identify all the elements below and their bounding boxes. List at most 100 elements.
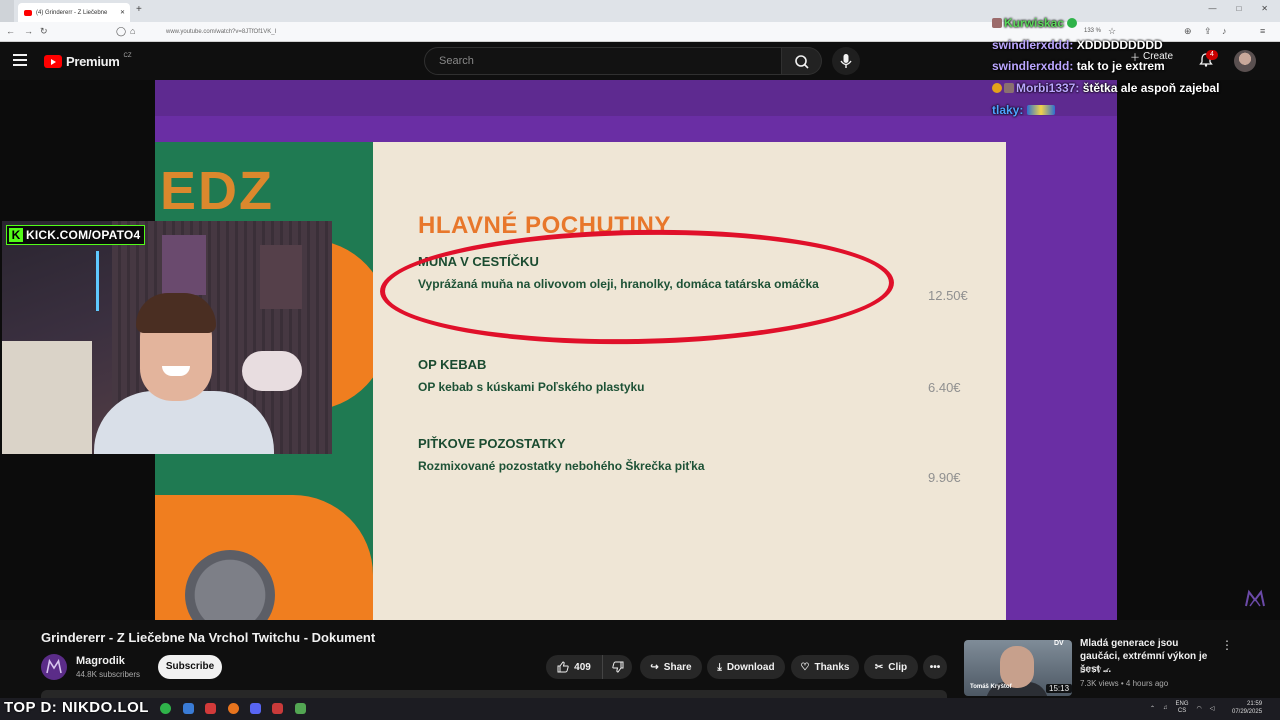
search-icon: [795, 55, 809, 69]
new-tab-button[interactable]: +: [136, 4, 142, 15]
minimize-button[interactable]: —: [1208, 4, 1216, 13]
download-icon: ⤓: [717, 661, 722, 673]
youtube-premium-logo[interactable]: Premium CZ: [44, 52, 132, 69]
clock-time: 21:59: [1247, 701, 1263, 707]
channel-avatar[interactable]: [41, 654, 67, 680]
clip-button[interactable]: ✂ Clip: [864, 655, 918, 679]
bookmark-star-icon[interactable]: ☆: [1108, 26, 1116, 37]
tray-chevron-icon[interactable]: ⌃: [1150, 705, 1155, 712]
dish-name: OP KEBAB: [418, 357, 487, 372]
thumbnail-caption: Tomáš Kryštof: [970, 684, 1012, 690]
logo-region: CZ: [123, 52, 132, 59]
chat-text: XDDDDDDDDD: [1076, 38, 1163, 52]
kick-logo-icon: K: [9, 228, 23, 242]
browser-menu-icon[interactable]: ≡: [1260, 26, 1265, 36]
share-icon: ↪: [650, 661, 659, 673]
search-input[interactable]: Search: [424, 47, 782, 75]
thanks-button[interactable]: ♡ Thanks: [791, 655, 859, 679]
recommended-more-icon[interactable]: ⋮: [1221, 638, 1233, 652]
like-count: 409: [574, 661, 591, 673]
chat-badge-icon: [1004, 83, 1014, 93]
thumbnail-person-face: [1000, 646, 1034, 688]
subscribe-button[interactable]: Subscribe: [158, 655, 222, 679]
app-icon[interactable]: [295, 703, 306, 714]
streamer-webcam-overlay: K KICK.COM/OPATO4: [2, 221, 332, 454]
browser-tabbar: (4) Grindererr - Z Liečebne ✕ + — □ ✕: [0, 0, 1280, 22]
chat-username: Kurwiskac: [1004, 16, 1065, 30]
dish-price: 6.40€: [928, 380, 961, 395]
subscriber-count: 44.8K subscribers: [76, 670, 141, 679]
extension-icon[interactable]: ⊕: [1184, 26, 1192, 37]
system-tray: ⌃ ♫ ENG CS ◠ ◁: [1150, 701, 1214, 715]
more-actions-button[interactable]: •••: [923, 655, 947, 679]
spotify-icon[interactable]: [160, 703, 171, 714]
lock-icon[interactable]: ⌂: [130, 26, 135, 36]
url-input[interactable]: www.youtube.com/watch?v=8JTfOf1VK_I: [160, 25, 1120, 39]
forward-icon[interactable]: →: [24, 26, 33, 36]
youtube-play-icon: [44, 55, 62, 68]
chat-message: Kurwiskac: [992, 16, 1079, 30]
shield-icon[interactable]: ◯: [116, 26, 126, 37]
thanks-label: Thanks: [814, 661, 850, 673]
chat-emote-icon: [1067, 18, 1078, 28]
close-window-button[interactable]: ✕: [1261, 4, 1268, 13]
taskbar-clock[interactable]: 21:59 07/29/2025: [1232, 700, 1262, 716]
webcam-poster: [260, 245, 302, 309]
chat-username: tlaky:: [992, 103, 1024, 117]
video-title: Grindererr - Z Liečebne Na Vrchol Twitch…: [41, 630, 376, 645]
download-button[interactable]: ⤓ Download: [707, 655, 785, 679]
app-icon[interactable]: [205, 703, 216, 714]
chat-username: swindlerxddd:: [992, 59, 1074, 73]
recommended-channel[interactable]: DVTV ✔: [1080, 666, 1110, 675]
thumbs-down-icon: [611, 661, 623, 673]
app-icon[interactable]: [272, 703, 283, 714]
maximize-button[interactable]: □: [1236, 4, 1241, 13]
kick-badge-text: KICK.COM/OPATO4: [26, 228, 141, 242]
search-button[interactable]: [782, 47, 822, 75]
browser-tab-active[interactable]: (4) Grindererr - Z Liečebne ✕: [18, 3, 130, 22]
thumbnail-channel-logo: DV: [1054, 640, 1064, 647]
dislike-button[interactable]: [602, 655, 632, 679]
channel-name[interactable]: Magrodik: [76, 655, 125, 667]
chat-badge-icon: [992, 83, 1002, 93]
microphone-icon: [840, 54, 852, 68]
window-controls: — □ ✕: [1208, 4, 1268, 13]
language-bottom: CS: [1177, 708, 1187, 714]
restaurant-menu-card: HLAVNÉ POCHUTINY MUŇA V CESTÍČKU Vypráža…: [373, 142, 1006, 620]
tray-mic-icon[interactable]: ♫: [1163, 705, 1168, 711]
account-avatar[interactable]: [1234, 50, 1256, 72]
like-button[interactable]: 409: [546, 655, 602, 679]
webcam-led-light: [96, 251, 99, 311]
browser-sidebar-toggle[interactable]: [0, 0, 14, 22]
volume-icon[interactable]: ◁: [1210, 705, 1215, 712]
share-button[interactable]: ↪ Share: [640, 655, 702, 679]
channel-watermark-icon[interactable]: [1244, 588, 1266, 610]
menu-icon[interactable]: [13, 54, 27, 66]
webcam-plush-toy: [242, 351, 302, 391]
firefox-icon[interactable]: [228, 703, 239, 714]
chat-message: swindlerxddd: tak to je extrem: [992, 59, 1165, 73]
wifi-icon[interactable]: ◠: [1197, 705, 1202, 712]
verified-check-icon: ✔: [1103, 666, 1111, 675]
chat-message: swindlerxddd: XDDDDDDDDD: [992, 38, 1163, 52]
video-duration-badge: 15:13: [1046, 684, 1073, 693]
thumbs-up-icon: [557, 661, 569, 673]
reload-icon[interactable]: ↻: [40, 26, 48, 37]
scissors-icon: ✂: [874, 661, 884, 673]
download-label: Download: [726, 661, 775, 673]
discord-icon[interactable]: [250, 703, 261, 714]
app-icon[interactable]: [183, 703, 194, 714]
back-icon[interactable]: ←: [6, 26, 15, 36]
tab-close-icon[interactable]: ✕: [120, 9, 125, 16]
dish-description: Rozmixované pozostatky nebohého Škrečka …: [418, 459, 705, 473]
audio-icon[interactable]: ♪: [1222, 26, 1227, 36]
voice-search-button[interactable]: [832, 47, 860, 75]
chat-text: štětka ale aspoň zajebal: [1082, 81, 1220, 95]
zoom-level[interactable]: 133 %: [1084, 28, 1101, 34]
chat-message: tlaky:: [992, 103, 1057, 117]
recommended-channel-name: DVTV: [1080, 666, 1102, 675]
chat-username: swindlerxddd:: [992, 38, 1074, 52]
webcam-shelf: [2, 341, 92, 454]
share-page-icon[interactable]: ⇪: [1204, 26, 1212, 37]
language-indicator[interactable]: ENG CS: [1176, 701, 1189, 715]
